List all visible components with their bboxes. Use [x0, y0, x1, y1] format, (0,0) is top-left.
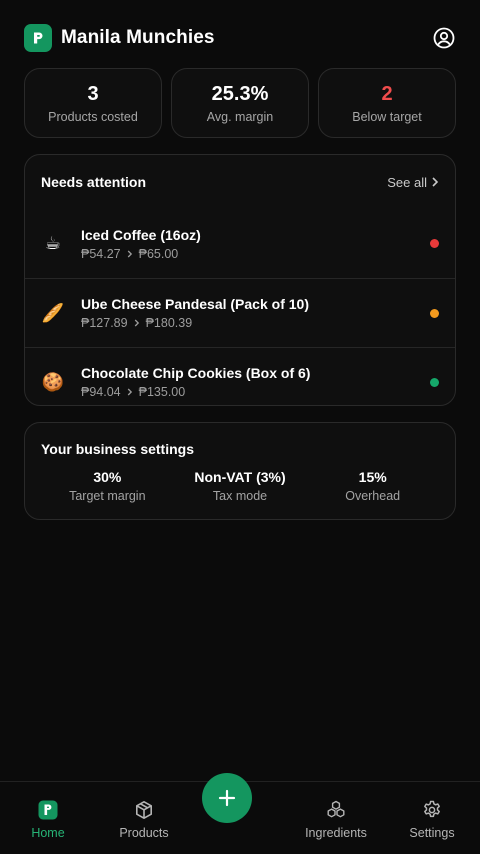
stat-value: 3: [87, 83, 99, 105]
ingredients-icon: [326, 800, 346, 820]
status-dot-green: [430, 377, 439, 387]
item-price: ₱135.00: [138, 385, 186, 399]
item-name: Ube Cheese Pandesal (Pack of 10): [81, 296, 309, 312]
app-screen: Manila Munchies 3 Products costed 25.3% …: [0, 0, 480, 854]
nav-label: Settings: [409, 826, 455, 840]
stat-label: Below target: [352, 110, 422, 124]
item-name: Iced Coffee (16oz): [81, 226, 201, 243]
nav-label: Products: [119, 826, 169, 840]
item-prices: ₱94.04 ₱135.00: [81, 385, 430, 399]
app-header: Manila Munchies: [24, 24, 456, 52]
item-name: Chocolate Chip Cookies (Box of 6): [81, 365, 311, 381]
nav-item-products[interactable]: Products: [96, 782, 192, 854]
setting-label: Overhead: [345, 489, 401, 503]
stat-below-target[interactable]: 2 Below target: [318, 68, 456, 138]
nav-label: Ingredients: [305, 826, 367, 840]
stat-products-costed[interactable]: 3 Products costed: [24, 68, 162, 138]
plus-icon: [218, 789, 236, 807]
profile-button[interactable]: [432, 26, 456, 50]
item-cost: ₱54.27: [81, 246, 121, 261]
item-cost: ₱127.89: [81, 316, 128, 330]
nav-item-home[interactable]: Home: [0, 782, 96, 854]
setting-value: 30%: [93, 469, 122, 485]
item-cost: ₱94.04: [81, 385, 121, 399]
needs-attention-card: Needs attention See all ☕ Iced Coffee (1…: [24, 154, 456, 406]
setting-label: Target margin: [69, 489, 146, 503]
setting-label: Tax mode: [212, 489, 268, 503]
stat-value: 25.3%: [211, 83, 269, 105]
stat-value: 2: [381, 83, 393, 105]
chevron-right-icon: [432, 177, 439, 187]
setting-tax-mode: Non-VAT (3%) Tax mode: [174, 469, 307, 503]
nav-label: Home: [31, 826, 65, 840]
status-dot-orange: [430, 308, 439, 318]
card-header: Needs attention See all: [25, 155, 455, 209]
settings-row: 30% Target margin Non-VAT (3%) Tax mode …: [41, 469, 439, 503]
setting-target-margin: 30% Target margin: [41, 469, 174, 503]
setting-value: Non-VAT (3%): [194, 469, 286, 485]
list-item[interactable]: 🍪 Chocolate Chip Cookies (Box of 6) ₱94.…: [25, 347, 455, 416]
business-settings-card[interactable]: Your business settings 30% Target margin…: [24, 422, 456, 520]
card-title: Needs attention: [41, 174, 147, 190]
add-product-button[interactable]: [202, 773, 252, 823]
nav-item-settings[interactable]: Settings: [384, 782, 480, 854]
user-circle-icon: [433, 27, 455, 49]
box-icon: [134, 800, 154, 820]
home-icon: [38, 800, 58, 820]
item-prices: ₱54.27 ₱65.00: [81, 247, 430, 261]
stat-label: Products costed: [48, 110, 138, 124]
see-all-link[interactable]: See all: [387, 175, 439, 190]
cookie-icon: 🍪: [41, 371, 65, 392]
stats-row: 3 Products costed 25.3% Avg. margin 2 Be…: [24, 68, 456, 138]
setting-overhead: 15% Overhead: [306, 469, 439, 503]
bread-icon: 🥖: [41, 302, 65, 323]
item-prices: ₱127.89 ₱180.39: [81, 316, 430, 330]
stat-label: Avg. margin: [206, 110, 274, 124]
coffee-icon: ☕: [44, 233, 62, 253]
setting-value: 15%: [358, 469, 387, 485]
nav-item-ingredients[interactable]: Ingredients: [288, 782, 384, 854]
card-title: Your business settings: [41, 441, 194, 457]
gear-icon: [422, 800, 442, 820]
item-price: ₱65.00: [138, 246, 179, 261]
app-title: Manila Munchies: [61, 27, 215, 48]
chevron-right-icon: [127, 388, 133, 396]
chevron-right-icon: [134, 319, 140, 327]
stat-avg-margin[interactable]: 25.3% Avg. margin: [171, 68, 309, 138]
see-all-label: See all: [387, 174, 427, 190]
app-logo-icon: [24, 24, 52, 52]
chevron-right-icon: [127, 250, 133, 258]
list-item[interactable]: 🥖 Ube Cheese Pandesal (Pack of 10) ₱127.…: [25, 278, 455, 347]
list-item[interactable]: ☕ Iced Coffee (16oz) ₱54.27 ₱65.00: [25, 209, 455, 278]
status-dot-red: [430, 239, 439, 248]
item-price: ₱180.39: [145, 316, 193, 330]
